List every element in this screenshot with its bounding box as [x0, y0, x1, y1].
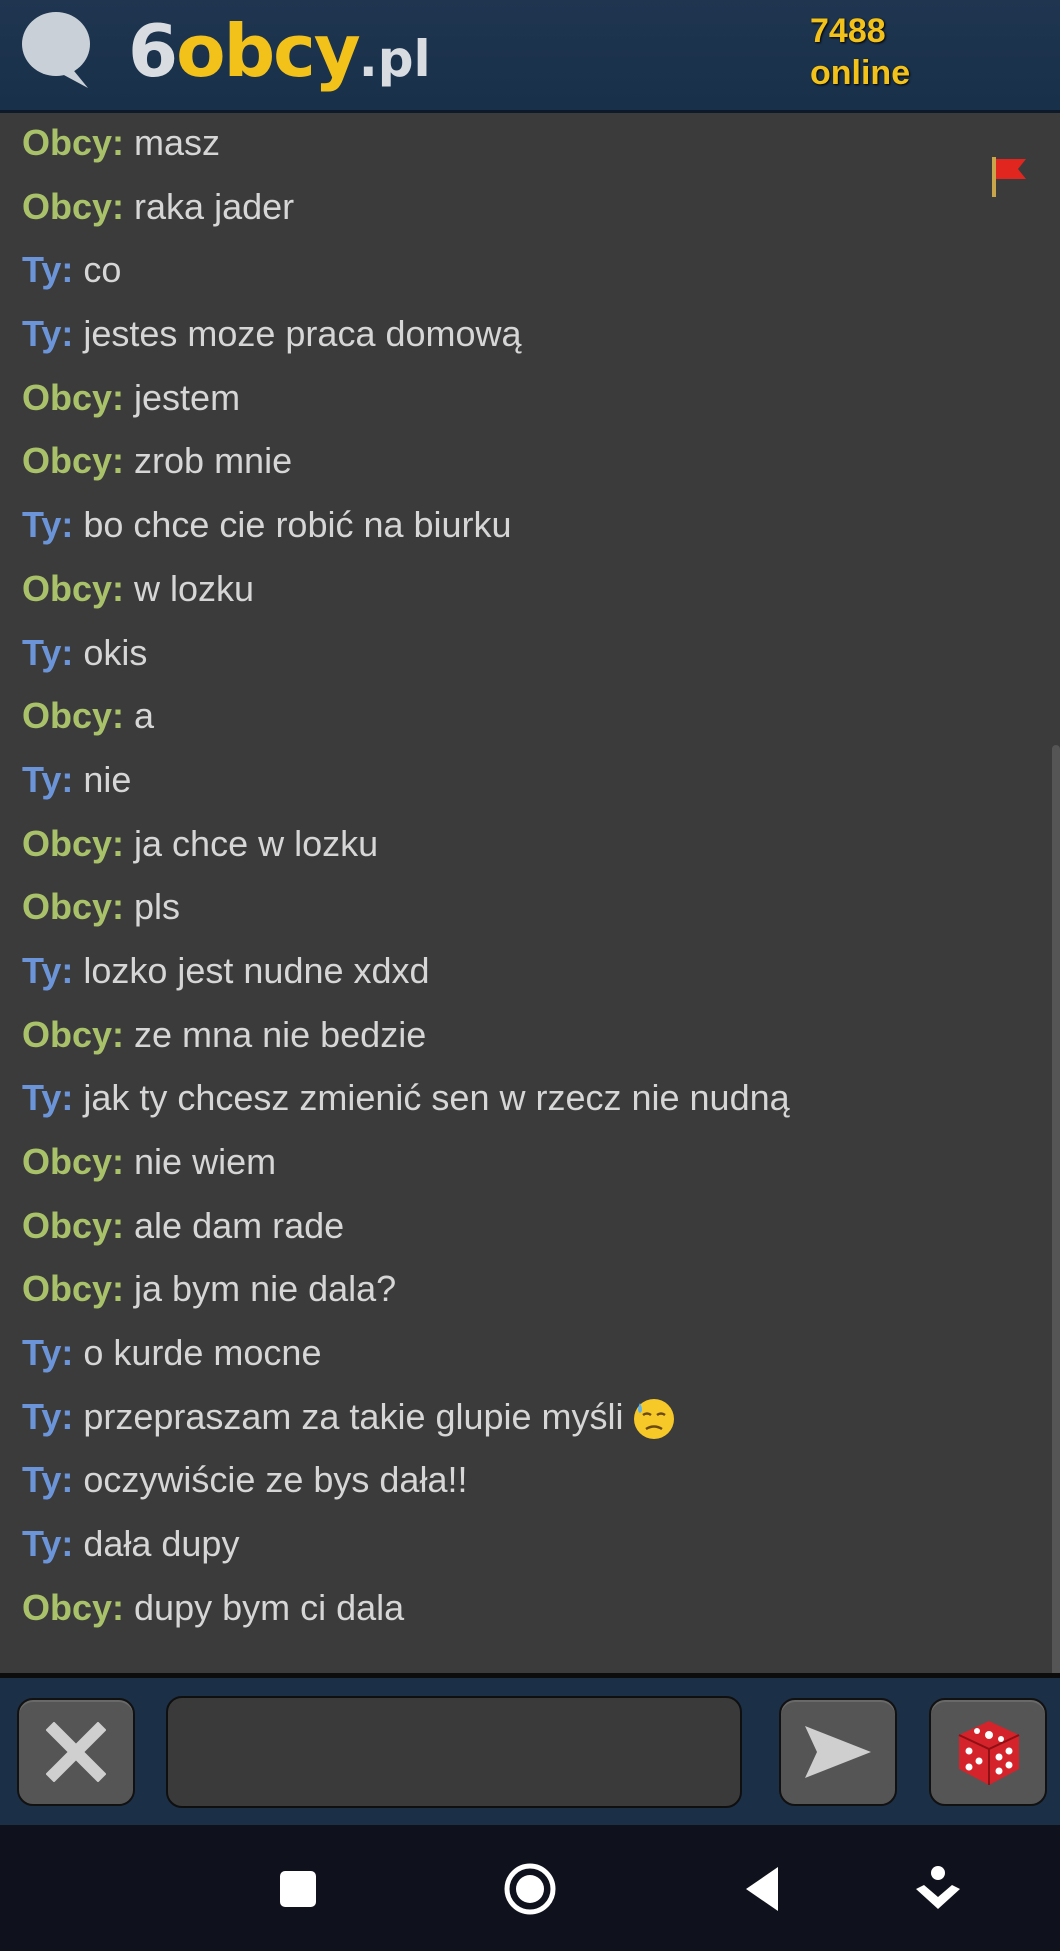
chat-message: Obcy: ja bym nie dala?	[0, 1257, 1040, 1321]
chat-message: Ty: bo chce cie robić na biurku	[0, 493, 1040, 557]
sender-you: Ty:	[22, 249, 74, 291]
message-text: o kurde mocne	[83, 1332, 322, 1374]
system-nav-bar	[0, 1825, 1060, 1951]
chat-message: Obcy: ale dam rade	[0, 1194, 1040, 1258]
chat-message: Ty: co	[0, 238, 1040, 302]
sender-you: Ty:	[22, 504, 74, 546]
notification-pull-icon[interactable]	[908, 1859, 968, 1919]
sender-stranger: Obcy:	[22, 695, 125, 737]
chat-message: Obcy: dupy bym ci dala	[0, 1576, 1040, 1640]
message-text: zrob mnie	[134, 440, 293, 482]
message-text: jak ty chcesz zmienić sen w rzecz nie nu…	[83, 1077, 790, 1119]
chat-message: Obcy: jestem	[0, 366, 1040, 430]
chat-message: Obcy: ja chce w lozku	[0, 812, 1040, 876]
sender-stranger: Obcy:	[22, 1013, 125, 1055]
chat-message: Ty: okis	[0, 621, 1040, 685]
sender-stranger: Obcy:	[22, 1268, 125, 1310]
message-text: a	[134, 695, 155, 737]
sender-you: Ty:	[22, 1395, 74, 1437]
sender-stranger: Obcy:	[22, 1204, 125, 1246]
sender-stranger: Obcy:	[22, 122, 125, 163]
message-text: ale dam rade	[134, 1204, 345, 1246]
sender-you: Ty:	[22, 949, 74, 991]
online-counter: 7488 online	[810, 10, 910, 94]
chat-log[interactable]: Obcy: masz Obcy: raka jader Ty: co Ty: jestes m…	[0, 113, 1060, 1673]
composer-toolbar	[0, 1673, 1060, 1830]
message-text: dupy bym ci dala	[134, 1586, 405, 1628]
sender-stranger: Obcy:	[22, 1141, 125, 1182]
sender-you: Ty:	[22, 758, 74, 800]
message-text: masz	[134, 122, 221, 163]
message-text: okis	[83, 631, 148, 673]
sender-stranger: Obcy:	[22, 185, 125, 227]
message-list: Obcy: masz Obcy: raka jader Ty: co Ty: jestes m…	[0, 113, 1040, 1640]
back-icon[interactable]	[732, 1859, 792, 1919]
message-text: oczywiście ze bys dała!!	[83, 1459, 468, 1501]
message-text: ja bym nie dala?	[134, 1268, 397, 1310]
sender-you: Ty:	[22, 1459, 74, 1501]
message-text: raka jader	[134, 185, 295, 227]
chat-message: Ty: oczywiście ze bys dała!!	[0, 1448, 1040, 1512]
sender-you: Ty:	[22, 1332, 74, 1374]
chat-message: Obcy: w lozku	[0, 557, 1040, 621]
sender-you: Ty:	[22, 631, 74, 673]
site-logo[interactable]: 6obcy.pl	[128, 6, 431, 104]
message-text: dała dupy	[83, 1523, 240, 1565]
chat-message: Ty: lozko jest nudne xdxd	[0, 939, 1040, 1003]
chat-scrollbar[interactable]	[1052, 745, 1060, 1673]
message-text: jestem	[134, 376, 241, 418]
sender-you: Ty:	[22, 1523, 74, 1565]
chat-message: Obcy: pls	[0, 875, 1040, 939]
logo-six: 6	[128, 9, 178, 93]
message-text: co	[83, 249, 122, 291]
chat-message: Ty: o kurde mocne	[0, 1321, 1040, 1385]
sender-stranger: Obcy:	[22, 822, 125, 864]
message-text: nie	[83, 758, 132, 800]
message-text: przepraszam za takie glupie myśli	[83, 1395, 624, 1437]
chat-message: Obcy: a	[0, 684, 1040, 748]
logo-pl: .pl	[358, 30, 431, 88]
chat-message: Ty: jak ty chcesz zmienić sen w rzecz nie…	[0, 1066, 1040, 1130]
home-icon[interactable]	[500, 1859, 560, 1919]
sender-stranger: Obcy:	[22, 440, 125, 482]
close-x-icon	[46, 1722, 106, 1782]
message-text: nie wiem	[134, 1141, 277, 1182]
send-button[interactable]	[779, 1698, 897, 1806]
sender-stranger: Obcy:	[22, 376, 125, 418]
chat-message: Obcy: nie wiem	[0, 1130, 1040, 1194]
chat-message: Obcy: zrob mnie	[0, 429, 1040, 493]
message-text: jestes moze praca domową	[83, 313, 522, 355]
online-count: 7488	[810, 12, 886, 50]
chat-message: Obcy: raka jader	[0, 175, 1040, 239]
message-text: bo chce cie robić na biurku	[83, 504, 512, 546]
disconnect-button[interactable]	[17, 1698, 135, 1806]
message-text: ja chce w lozku	[134, 822, 379, 864]
chat-message: Ty: dała dupy	[0, 1512, 1040, 1576]
red-flag-icon[interactable]	[988, 153, 1030, 201]
sender-you: Ty:	[22, 313, 74, 355]
chat-message: Obcy: masz	[0, 113, 1040, 175]
message-text: ze mna nie bedzie	[134, 1013, 427, 1055]
chat-message: Ty: jestes moze praca domową	[0, 302, 1040, 366]
random-stranger-button[interactable]	[929, 1698, 1047, 1806]
sender-stranger: Obcy:	[22, 886, 125, 928]
app-header: 6obcy.pl 7488 online	[0, 0, 1060, 113]
online-label: online	[810, 54, 911, 92]
chat-message: Obcy: ze mna nie bedzie	[0, 1003, 1040, 1067]
message-input[interactable]	[166, 1696, 742, 1808]
message-text: pls	[134, 886, 181, 928]
dice-icon	[958, 1721, 1020, 1785]
chat-message: Ty: nie	[0, 748, 1040, 812]
sender-you: Ty:	[22, 1077, 74, 1119]
downcast-sweat-face-icon	[633, 1399, 674, 1440]
message-text: w lozku	[134, 567, 255, 609]
logo-obcy: obcy	[176, 9, 361, 93]
sender-stranger: Obcy:	[22, 567, 125, 609]
message-text: lozko jest nudne xdxd	[83, 949, 430, 991]
sender-stranger: Obcy:	[22, 1586, 125, 1628]
recent-apps-icon[interactable]	[268, 1859, 328, 1919]
chat-message: Ty: przepraszam za takie glupie myśli	[0, 1385, 1040, 1449]
chat-bubble-logo-icon	[22, 12, 90, 88]
send-arrow-icon	[805, 1726, 871, 1778]
